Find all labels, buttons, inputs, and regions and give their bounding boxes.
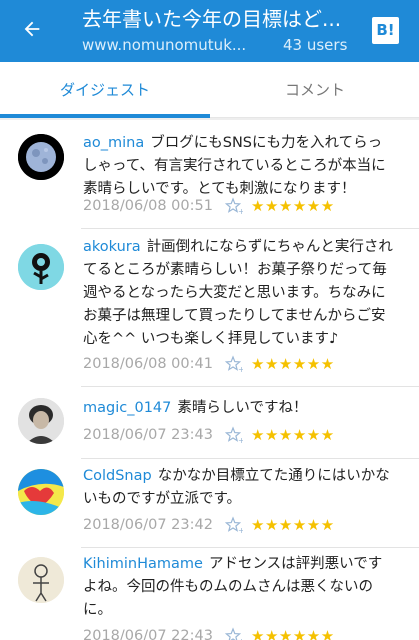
comment-item: ColdSnap なかなか目標立てた通りにはいかないものですが立派です。 2018… xyxy=(0,459,419,547)
avatar[interactable] xyxy=(18,557,64,603)
comment-text-block: akokura 計画倒れにならずにちゃんと実行されてるところが素晴らしい！お菓子祭… xyxy=(83,236,393,351)
comment-username[interactable]: ColdSnap xyxy=(83,468,152,484)
comment-meta: 2018/06/07 23:43 + ★★★★★★ xyxy=(83,424,403,446)
comment-text-block: magic_0147 素晴らしいですね！ xyxy=(83,397,393,420)
star-rating: ★★★★★★ xyxy=(251,627,335,640)
tab-comments[interactable]: コメント xyxy=(210,62,419,118)
tab-digest[interactable]: ダイジェスト xyxy=(0,62,210,118)
avatar[interactable] xyxy=(18,398,64,444)
comment-meta: 2018/06/07 23:42 + ★★★★★★ xyxy=(83,514,403,536)
star-rating: ★★★★★★ xyxy=(251,516,335,534)
comment-text-block: ao_mina ブログにもSNSにも力を入れてらっしゃって、有言実行されているとこ… xyxy=(83,132,393,201)
comment-item: ao_mina ブログにもSNSにも力を入れてらっしゃって、有言実行されているとこ… xyxy=(0,120,419,228)
back-button[interactable] xyxy=(16,12,48,46)
person-avatar-icon xyxy=(18,398,64,444)
sketch-avatar-icon xyxy=(18,557,64,603)
rose-avatar-icon xyxy=(18,244,64,290)
tab-bar: ダイジェスト コメント xyxy=(0,62,419,118)
star-rating: ★★★★★★ xyxy=(251,197,335,215)
comment-username[interactable]: KihiminHamame xyxy=(83,556,203,572)
star-rating: ★★★★★★ xyxy=(251,355,335,373)
hatena-bookmark-button[interactable]: B! xyxy=(372,17,399,44)
comment-text-block: ColdSnap なかなか目標立てた通りにはいかないものですが立派です。 xyxy=(83,465,393,511)
svg-text:+: + xyxy=(238,436,243,444)
comment-date: 2018/06/08 00:41 xyxy=(83,356,213,372)
comment-body: 素晴らしいですね！ xyxy=(177,400,308,416)
star-rating: ★★★★★★ xyxy=(251,426,335,444)
add-star-icon[interactable]: + xyxy=(225,627,243,640)
colorful-avatar-icon xyxy=(18,469,64,515)
comment-username[interactable]: akokura xyxy=(83,239,141,255)
comment-date: 2018/06/07 22:43 xyxy=(83,628,213,640)
comment-body: 計画倒れにならずにちゃんと実行されてるところが素晴らしい！お菓子祭りだって毎週や… xyxy=(83,239,393,347)
comment-meta: 2018/06/07 22:43 + ★★★★★★ xyxy=(83,625,403,640)
add-star-icon[interactable]: + xyxy=(225,426,243,444)
comment-date: 2018/06/07 23:42 xyxy=(83,517,213,533)
comment-item: magic_0147 素晴らしいですね！ 2018/06/07 23:43 + ★… xyxy=(0,387,419,458)
add-star-icon[interactable]: + xyxy=(225,516,243,534)
comment-username[interactable]: magic_0147 xyxy=(83,400,171,416)
svg-text:+: + xyxy=(238,207,243,215)
page-title: 去年書いた今年の目標はど... xyxy=(82,7,342,31)
comment-item: KihiminHamame アドセンスは評判悪いですよね。今回の件ものムのムさんは… xyxy=(0,548,419,640)
comment-item: akokura 計画倒れにならずにちゃんと実行されてるところが素晴らしい！お菓子祭… xyxy=(0,229,419,386)
comment-meta: 2018/06/08 00:41 + ★★★★★★ xyxy=(83,353,403,375)
comment-text-block: KihiminHamame アドセンスは評判悪いですよね。今回の件ものムのムさんは… xyxy=(83,553,393,622)
user-count: 43 users xyxy=(283,36,348,54)
comment-date: 2018/06/07 23:43 xyxy=(83,427,213,443)
avatar[interactable] xyxy=(18,134,64,180)
add-star-icon[interactable]: + xyxy=(225,197,243,215)
comment-list: ao_mina ブログにもSNSにも力を入れてらっしゃって、有言実行されているとこ… xyxy=(0,120,419,640)
svg-text:+: + xyxy=(238,365,243,373)
site-url[interactable]: www.nomunomutuk... xyxy=(82,33,246,57)
avatar[interactable] xyxy=(18,469,64,515)
svg-text:+: + xyxy=(238,526,243,534)
comment-date: 2018/06/08 00:51 xyxy=(83,198,213,214)
comment-meta: 2018/06/08 00:51 + ★★★★★★ xyxy=(83,195,403,217)
comment-username[interactable]: ao_mina xyxy=(83,135,144,151)
header-subline: www.nomunomutuk... 43 users xyxy=(82,33,367,57)
add-star-icon[interactable]: + xyxy=(225,355,243,373)
moon-avatar-icon xyxy=(18,134,64,180)
back-arrow-icon xyxy=(24,21,40,37)
avatar[interactable] xyxy=(18,244,64,290)
app-header: 去年書いた今年の目標はど... www.nomunomutuk... 43 us… xyxy=(0,0,419,62)
